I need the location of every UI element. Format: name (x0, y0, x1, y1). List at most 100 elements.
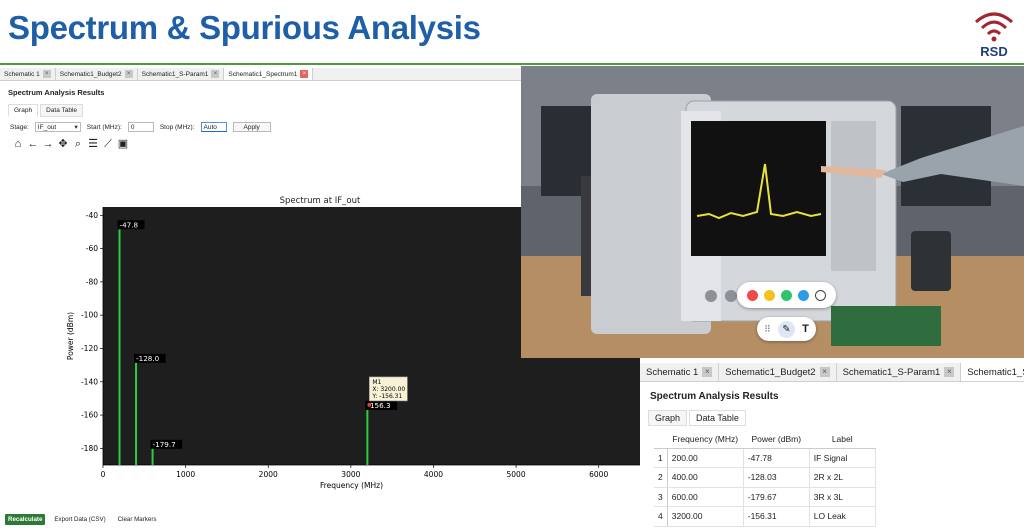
table-header-row: Frequency (MHz) Power (dBm) Label (654, 431, 876, 449)
y-tick-label: -100 (81, 311, 98, 320)
index-header (654, 431, 668, 449)
tab-label: Schematic1_Spectrum1 (967, 366, 1024, 378)
tab-graph[interactable]: Graph (8, 104, 39, 117)
pan-icon[interactable]: ✥ (57, 138, 69, 150)
table-row[interactable]: 2 400.00 -128.03 2R x 2L (654, 467, 876, 488)
save-icon[interactable]: ▣ (117, 138, 129, 150)
slide: Spectrum & Spurious Analysis RSD Schemat… (0, 0, 1024, 532)
text-icon[interactable]: T (802, 323, 809, 335)
stage-select[interactable]: IF_out ▾ (34, 122, 81, 132)
y-tick-label: -140 (81, 377, 98, 386)
plot-toolbar: ⌂ ← → ✥ ⌕ ☰ ⟋ ▣ (12, 138, 129, 150)
annotation-toolbar: ⠿ ✎ T (757, 317, 816, 341)
slide-title: Spectrum & Spurious Analysis (8, 9, 481, 46)
data-table-zoom-window: Schematic 1 × Schematic1_Budget2 × Schemat… (640, 363, 1024, 532)
settings-sliders-icon[interactable]: ☰ (87, 138, 99, 150)
tab-sparam1[interactable]: Schematic1_S-Param1 × (138, 68, 225, 80)
color-yellow-swatch[interactable] (764, 289, 775, 301)
y-tick-label: -160 (81, 411, 98, 420)
y-axis-label: Power (dBm) (66, 312, 75, 360)
start-label: Start (MHz): (86, 123, 122, 131)
x-tick-label: 1000 (176, 470, 195, 479)
close-icon[interactable]: × (702, 367, 713, 377)
tab-schematic-1[interactable]: Schematic 1 × (640, 363, 720, 381)
tab-budget2[interactable]: Schematic1_Budget2 × (56, 68, 138, 80)
stage-value: IF_out (37, 123, 57, 131)
analysis-controls: Stage: IF_out ▾ Start (MHz): 0 Stop (MHz)… (10, 122, 271, 132)
close-icon[interactable]: × (944, 367, 955, 377)
back-arrow-icon[interactable]: ← (27, 138, 39, 150)
tab-data-table[interactable]: Data Table (689, 410, 746, 426)
marker-point[interactable] (367, 402, 372, 407)
color-white-swatch[interactable] (815, 289, 826, 301)
color-green-swatch[interactable] (781, 289, 792, 301)
color-picker-toolbar (737, 282, 836, 308)
pen-icon[interactable]: ✎ (777, 320, 795, 338)
tab-sparam1[interactable]: Schematic1_S-Param1 × (837, 363, 962, 381)
clear-markers-button[interactable]: Clear Markers (115, 514, 160, 525)
tab-label: Schematic 1 (4, 70, 40, 78)
marker-name: M1 (372, 379, 381, 386)
close-icon[interactable]: × (300, 70, 309, 78)
tab-label: Schematic1_Spectrum1 (228, 70, 298, 78)
power-cell: -128.03 (743, 467, 810, 488)
grip-icon[interactable]: ⠿ (764, 324, 771, 335)
y-tick-label: -120 (81, 344, 98, 353)
row-index: 3 (654, 487, 668, 507)
frequency-cell: 400.00 (667, 467, 744, 488)
tab-budget2[interactable]: Schematic1_Budget2 × (719, 363, 837, 381)
frequency-cell: 200.00 (667, 448, 744, 468)
lab-photo (521, 66, 1024, 358)
label-cell: LO Leak (809, 506, 876, 527)
close-icon[interactable]: × (819, 367, 830, 377)
document-tab-bar: Schematic 1 × Schematic1_Budget2 × Schemat… (640, 363, 1024, 382)
y-tick-label: -60 (86, 244, 98, 253)
marker-x: X: 3200.00 (372, 386, 405, 393)
table-row[interactable]: 3 600.00 -179.67 3R x 3L (654, 487, 876, 507)
apply-button[interactable]: Apply (232, 122, 271, 132)
table-row[interactable]: 4 3200.00 -156.31 LO Leak (654, 506, 876, 527)
y-tick-label: -40 (86, 211, 98, 220)
stage-label: Stage: (10, 123, 29, 131)
x-tick-label: 0 (101, 470, 106, 479)
data-label: -179.7 (153, 440, 176, 449)
label-cell: 3R x 3L (809, 487, 876, 507)
column-header[interactable]: Label (809, 431, 876, 449)
view-subtabs: Graph Data Table (648, 410, 746, 426)
x-tick-label: 4000 (424, 470, 443, 479)
tab-graph[interactable]: Graph (648, 410, 688, 426)
tab-spectrum1[interactable]: Schematic1_Spectrum1× (224, 68, 314, 80)
close-icon[interactable]: × (124, 70, 133, 78)
frequency-cell: 3200.00 (667, 506, 744, 527)
x-tick-label: 6000 (589, 470, 608, 479)
close-icon[interactable]: × (42, 70, 51, 78)
table-row[interactable]: 1 200.00 -47.78 IF Signal (654, 448, 876, 468)
zoom-icon[interactable]: ⌕ (72, 138, 84, 150)
spectrum-data-table: Frequency (MHz) Power (dBm) Label 1 200.… (654, 431, 876, 527)
tab-label: Schematic1_Budget2 (725, 366, 816, 378)
color-red-swatch[interactable] (747, 289, 758, 301)
marker-y: Y: -156.31 (371, 393, 402, 400)
close-icon[interactable]: × (211, 70, 220, 78)
tab-label: Schematic1_S-Param1 (141, 70, 209, 78)
export-csv-button[interactable]: Export Data (CSV) (51, 514, 108, 525)
x-tick-label: 2000 (259, 470, 278, 479)
section-title: Spectrum Analysis Results (8, 88, 105, 97)
tab-spectrum1[interactable]: Schematic1_Spectrum1× (961, 363, 1024, 381)
tab-data-table[interactable]: Data Table (40, 104, 84, 117)
recalculate-button[interactable]: Recalculate (5, 514, 46, 525)
stop-frequency-input[interactable]: Auto (200, 122, 227, 132)
row-index: 2 (654, 467, 668, 488)
home-icon[interactable]: ⌂ (12, 138, 24, 150)
column-header[interactable]: Frequency (MHz) (667, 431, 744, 449)
forward-arrow-icon[interactable]: → (42, 138, 54, 150)
x-axis-label: Frequency (MHz) (320, 481, 383, 490)
label-cell: IF Signal (809, 448, 876, 468)
tab-schematic-1[interactable]: Schematic 1 × (0, 68, 56, 80)
x-tick-label: 3000 (341, 470, 360, 479)
power-cell: -179.67 (743, 487, 810, 507)
line-chart-icon[interactable]: ⟋ (102, 138, 114, 150)
start-frequency-input[interactable]: 0 (127, 122, 154, 132)
color-blue-swatch[interactable] (798, 289, 809, 301)
column-header[interactable]: Power (dBm) (743, 431, 810, 449)
